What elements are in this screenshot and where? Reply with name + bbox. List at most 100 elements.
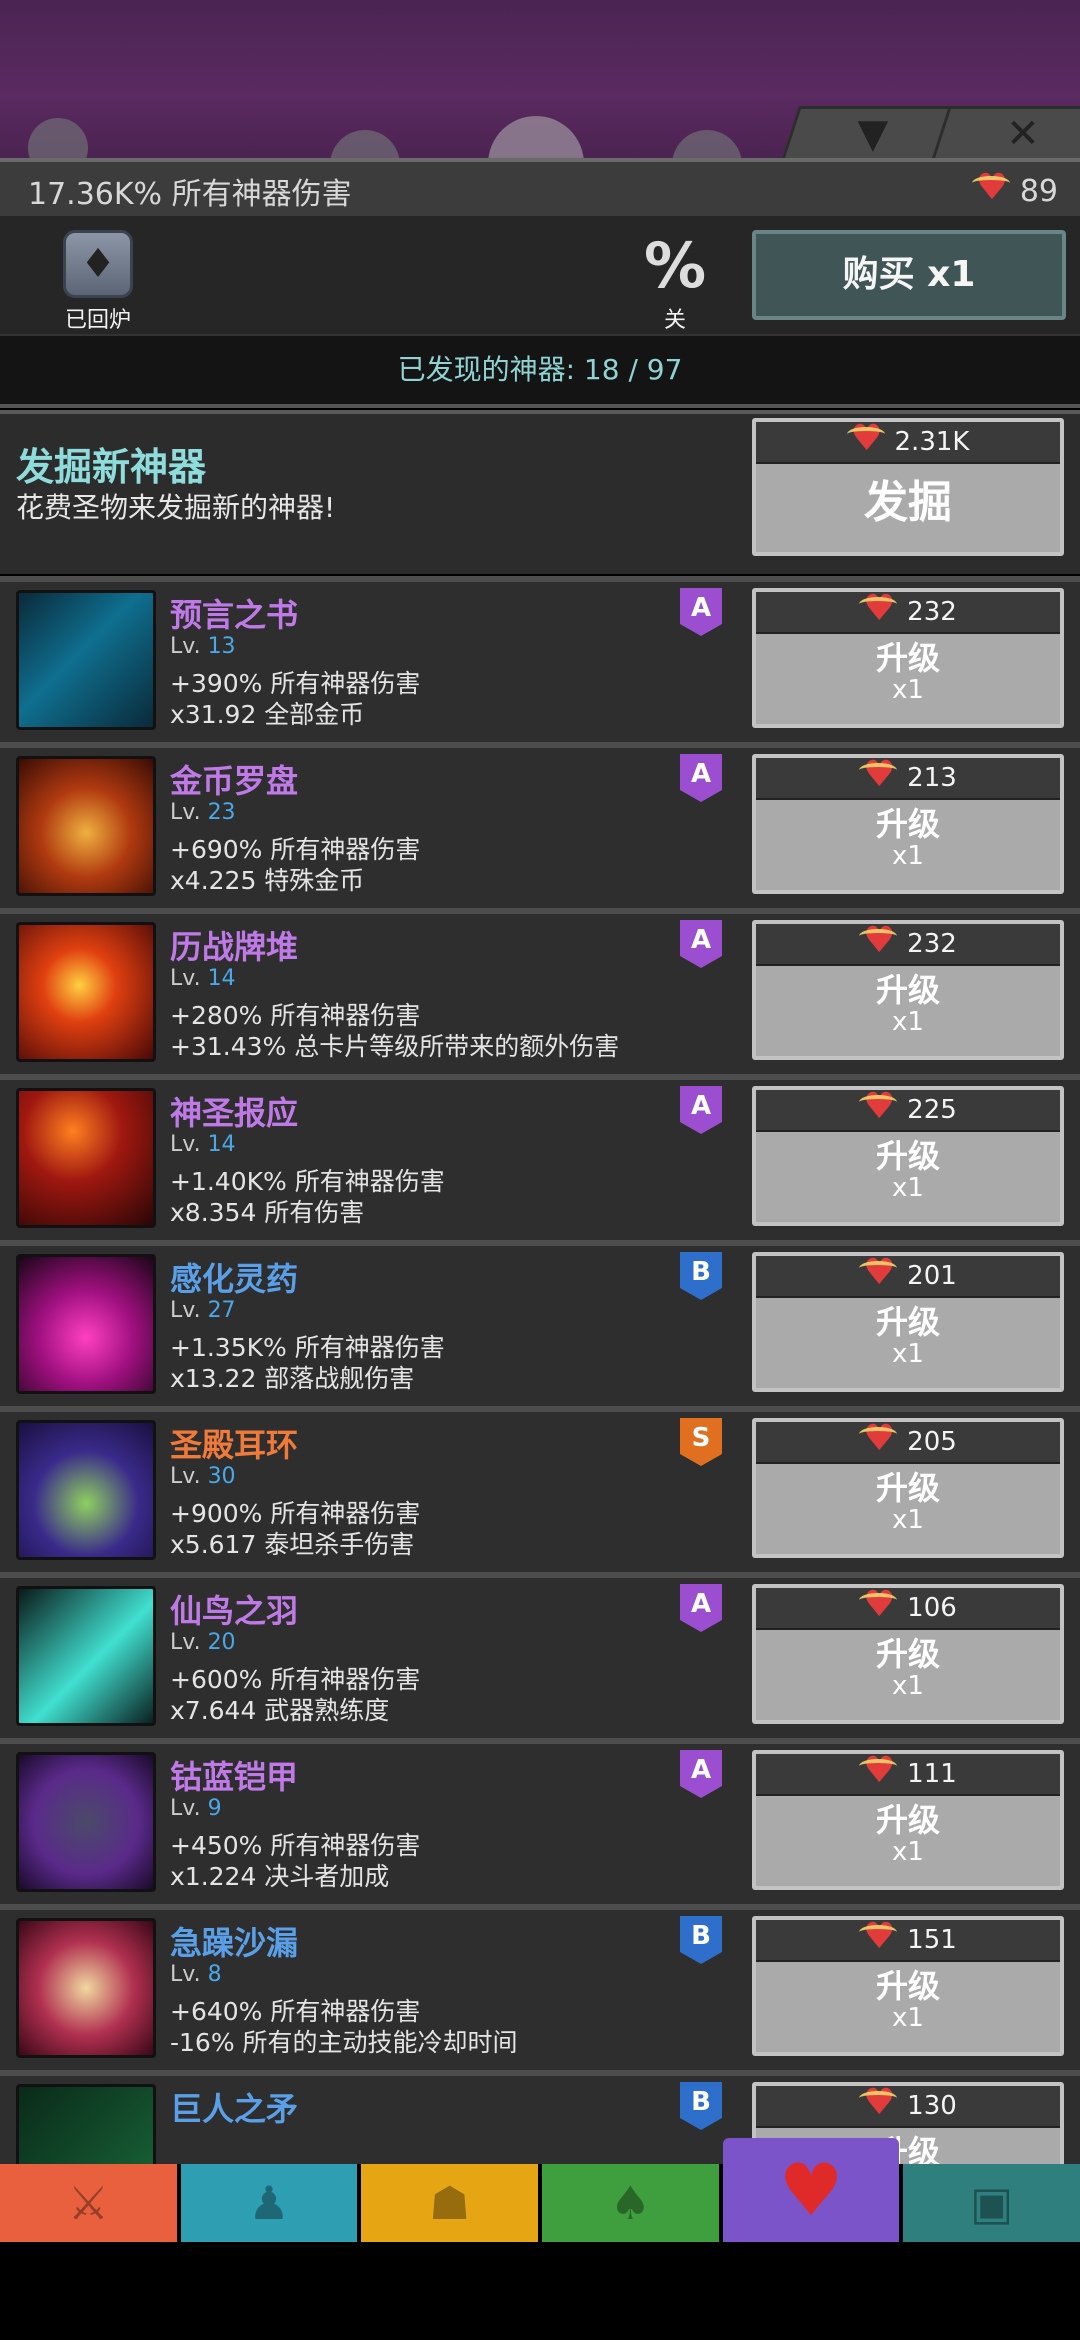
tier-badge: A — [680, 1584, 722, 1632]
upgrade-cost-value: 232 — [907, 597, 957, 627]
tier-badge: A — [680, 920, 722, 968]
upgrade-label: 升级 — [875, 971, 940, 1009]
artifact-row: 仙鸟之羽 Lv. 20 +600% 所有神器伤害 x7.644 武器熟练度 A … — [0, 1572, 1080, 1738]
percent-icon: % — [643, 229, 707, 302]
artifact-name: 感化灵药 — [170, 1260, 299, 1298]
tier-badge: A — [680, 1086, 722, 1134]
artifact-image[interactable] — [16, 1254, 156, 1394]
tier-badge: B — [680, 2082, 722, 2130]
upgrade-multiplier: x1 — [892, 1007, 924, 1037]
upgrade-label: 升级 — [875, 1967, 940, 2005]
artifact-image[interactable] — [16, 1586, 156, 1726]
upgrade-multiplier: x1 — [892, 675, 924, 705]
discover-button[interactable]: 2.31K 发掘 — [752, 418, 1064, 556]
artifact-level: Lv. 27 — [170, 1298, 236, 1323]
artifact-image[interactable] — [16, 1752, 156, 1892]
nav-tab-artifact-heart[interactable]: ♥ — [722, 2138, 900, 2242]
tier-badge: B — [680, 1252, 722, 1300]
upgrade-label: 升级 — [875, 1469, 940, 1507]
upgrade-multiplier: x1 — [892, 1505, 924, 1535]
relic-icon — [859, 921, 898, 961]
relic-icon — [859, 1917, 898, 1957]
upgrade-cost-value: 213 — [907, 763, 957, 793]
nav-tab-helmet[interactable]: ♟ — [180, 2164, 358, 2242]
relic-icon — [859, 755, 898, 795]
artifact-name: 预言之书 — [170, 596, 299, 634]
relic-icon — [859, 1585, 898, 1625]
salvage-button[interactable]: ♦ 已回炉 — [58, 230, 138, 333]
artifact-image[interactable] — [16, 922, 156, 1062]
artifact-row: 预言之书 Lv. 13 +390% 所有神器伤害 x31.92 全部金币 A 2… — [0, 576, 1080, 742]
artifact-name: 金币罗盘 — [170, 762, 299, 800]
upgrade-button[interactable]: 232 升级 x1 — [752, 920, 1064, 1060]
upgrade-button[interactable]: 213 升级 x1 — [752, 754, 1064, 894]
upgrade-button[interactable]: 106 升级 x1 — [752, 1584, 1064, 1724]
tier-badge: A — [680, 588, 722, 636]
artifact-level-value: 14 — [207, 966, 236, 991]
artifact-image[interactable] — [16, 1420, 156, 1560]
close-button[interactable]: ✕ — [931, 106, 1080, 161]
discover-description: 花费圣物来发掘新的神器! — [16, 491, 336, 524]
artifact-image[interactable] — [16, 756, 156, 896]
upgrade-cost: 213 — [756, 755, 1060, 800]
upgrade-button[interactable]: 201 升级 x1 — [752, 1252, 1064, 1392]
upgrade-cost: 106 — [756, 1585, 1060, 1630]
relic-icon — [859, 1253, 898, 1293]
artifact-stat-secondary: +31.43% 总卡片等级所带来的额外伤害 — [170, 1032, 620, 1061]
total-damage-text: 17.36K% 所有神器伤害 — [28, 177, 352, 212]
artifact-stat-secondary: x13.22 部落战舰伤害 — [170, 1364, 415, 1393]
upgrade-multiplier: x1 — [892, 1671, 924, 1701]
buy-multiplier-button[interactable]: 购买 x1 — [752, 230, 1066, 320]
discover-artifact-row: 发掘新神器 花费圣物来发掘新的神器! 2.31K 发掘 — [0, 410, 1080, 574]
relic-counter: 89 — [971, 168, 1058, 209]
artifact-row: 感化灵药 Lv. 27 +1.35K% 所有神器伤害 x13.22 部落战舰伤害… — [0, 1240, 1080, 1406]
upgrade-cost: 201 — [756, 1253, 1060, 1298]
upgrade-button[interactable]: 232 升级 x1 — [752, 588, 1064, 728]
upgrade-label: 升级 — [875, 1303, 940, 1341]
nav-tab-pet[interactable]: ♠ — [542, 2164, 719, 2242]
artifact-toolbar: ♦ 已回炉 % 关 购买 x1 — [0, 216, 1080, 334]
upgrade-cost-value: 106 — [907, 1593, 957, 1623]
damage-summary-bar: 17.36K% 所有神器伤害 89 — [0, 158, 1080, 220]
artifact-level: Lv. 9 — [170, 1796, 222, 1821]
relic-icon — [859, 1419, 898, 1459]
system-bar-area — [0, 2242, 1080, 2340]
bottom-navigation: ⚔ ♟ ☗ ♠ ♥ ▣ — [0, 2138, 1080, 2242]
upgrade-button[interactable]: 151 升级 x1 — [752, 1916, 1064, 2056]
salvage-icon: ♦ — [63, 230, 133, 298]
shirt-icon: ☗ — [429, 2176, 471, 2230]
upgrade-cost: 232 — [756, 589, 1060, 634]
artifact-name: 圣殿耳环 — [170, 1426, 299, 1464]
artifact-name: 巨人之矛 — [170, 2090, 299, 2128]
upgrade-cost-value: 130 — [907, 2091, 957, 2121]
upgrade-label: 升级 — [875, 639, 940, 677]
artifact-stat-secondary: x31.92 全部金币 — [170, 700, 365, 729]
artifact-heart-icon: ♥ — [778, 2148, 844, 2232]
discovered-count: 已发现的神器: 18 / 97 — [0, 334, 1080, 408]
discover-button-label: 发掘 — [864, 477, 952, 528]
artifact-stat-secondary: x1.224 决斗者加成 — [170, 1862, 390, 1891]
percent-toggle[interactable]: % 关 — [630, 229, 720, 334]
nav-tab-sword[interactable]: ⚔ — [0, 2164, 177, 2242]
upgrade-button[interactable]: 111 升级 x1 — [752, 1750, 1064, 1890]
artifact-image[interactable] — [16, 1918, 156, 2058]
artifact-stat-secondary: x8.354 所有伤害 — [170, 1198, 365, 1227]
upgrade-multiplier: x1 — [892, 1837, 924, 1867]
artifact-row: 急躁沙漏 Lv. 8 +640% 所有神器伤害 -16% 所有的主动技能冷却时间… — [0, 1904, 1080, 2070]
tier-badge: A — [680, 754, 722, 802]
relic-icon — [859, 1087, 898, 1127]
nav-tab-chest[interactable]: ▣ — [903, 2164, 1080, 2242]
artifact-row: 圣殿耳环 Lv. 30 +900% 所有神器伤害 x5.617 泰坦杀手伤害 S… — [0, 1406, 1080, 1572]
nav-tab-shirt[interactable]: ☗ — [361, 2164, 539, 2242]
upgrade-cost: 111 — [756, 1751, 1060, 1796]
artifact-row: 神圣报应 Lv. 14 +1.40K% 所有神器伤害 x8.354 所有伤害 A… — [0, 1074, 1080, 1240]
upgrade-button[interactable]: 205 升级 x1 — [752, 1418, 1064, 1558]
artifact-level-value: 27 — [207, 1298, 236, 1323]
tier-badge: A — [680, 1750, 722, 1798]
upgrade-button[interactable]: 225 升级 x1 — [752, 1086, 1064, 1226]
artifact-image[interactable] — [16, 1088, 156, 1228]
upgrade-cost-value: 151 — [907, 1925, 957, 1955]
helmet-icon: ♟ — [248, 2176, 290, 2230]
upgrade-cost: 151 — [756, 1917, 1060, 1962]
artifact-image[interactable] — [16, 590, 156, 730]
